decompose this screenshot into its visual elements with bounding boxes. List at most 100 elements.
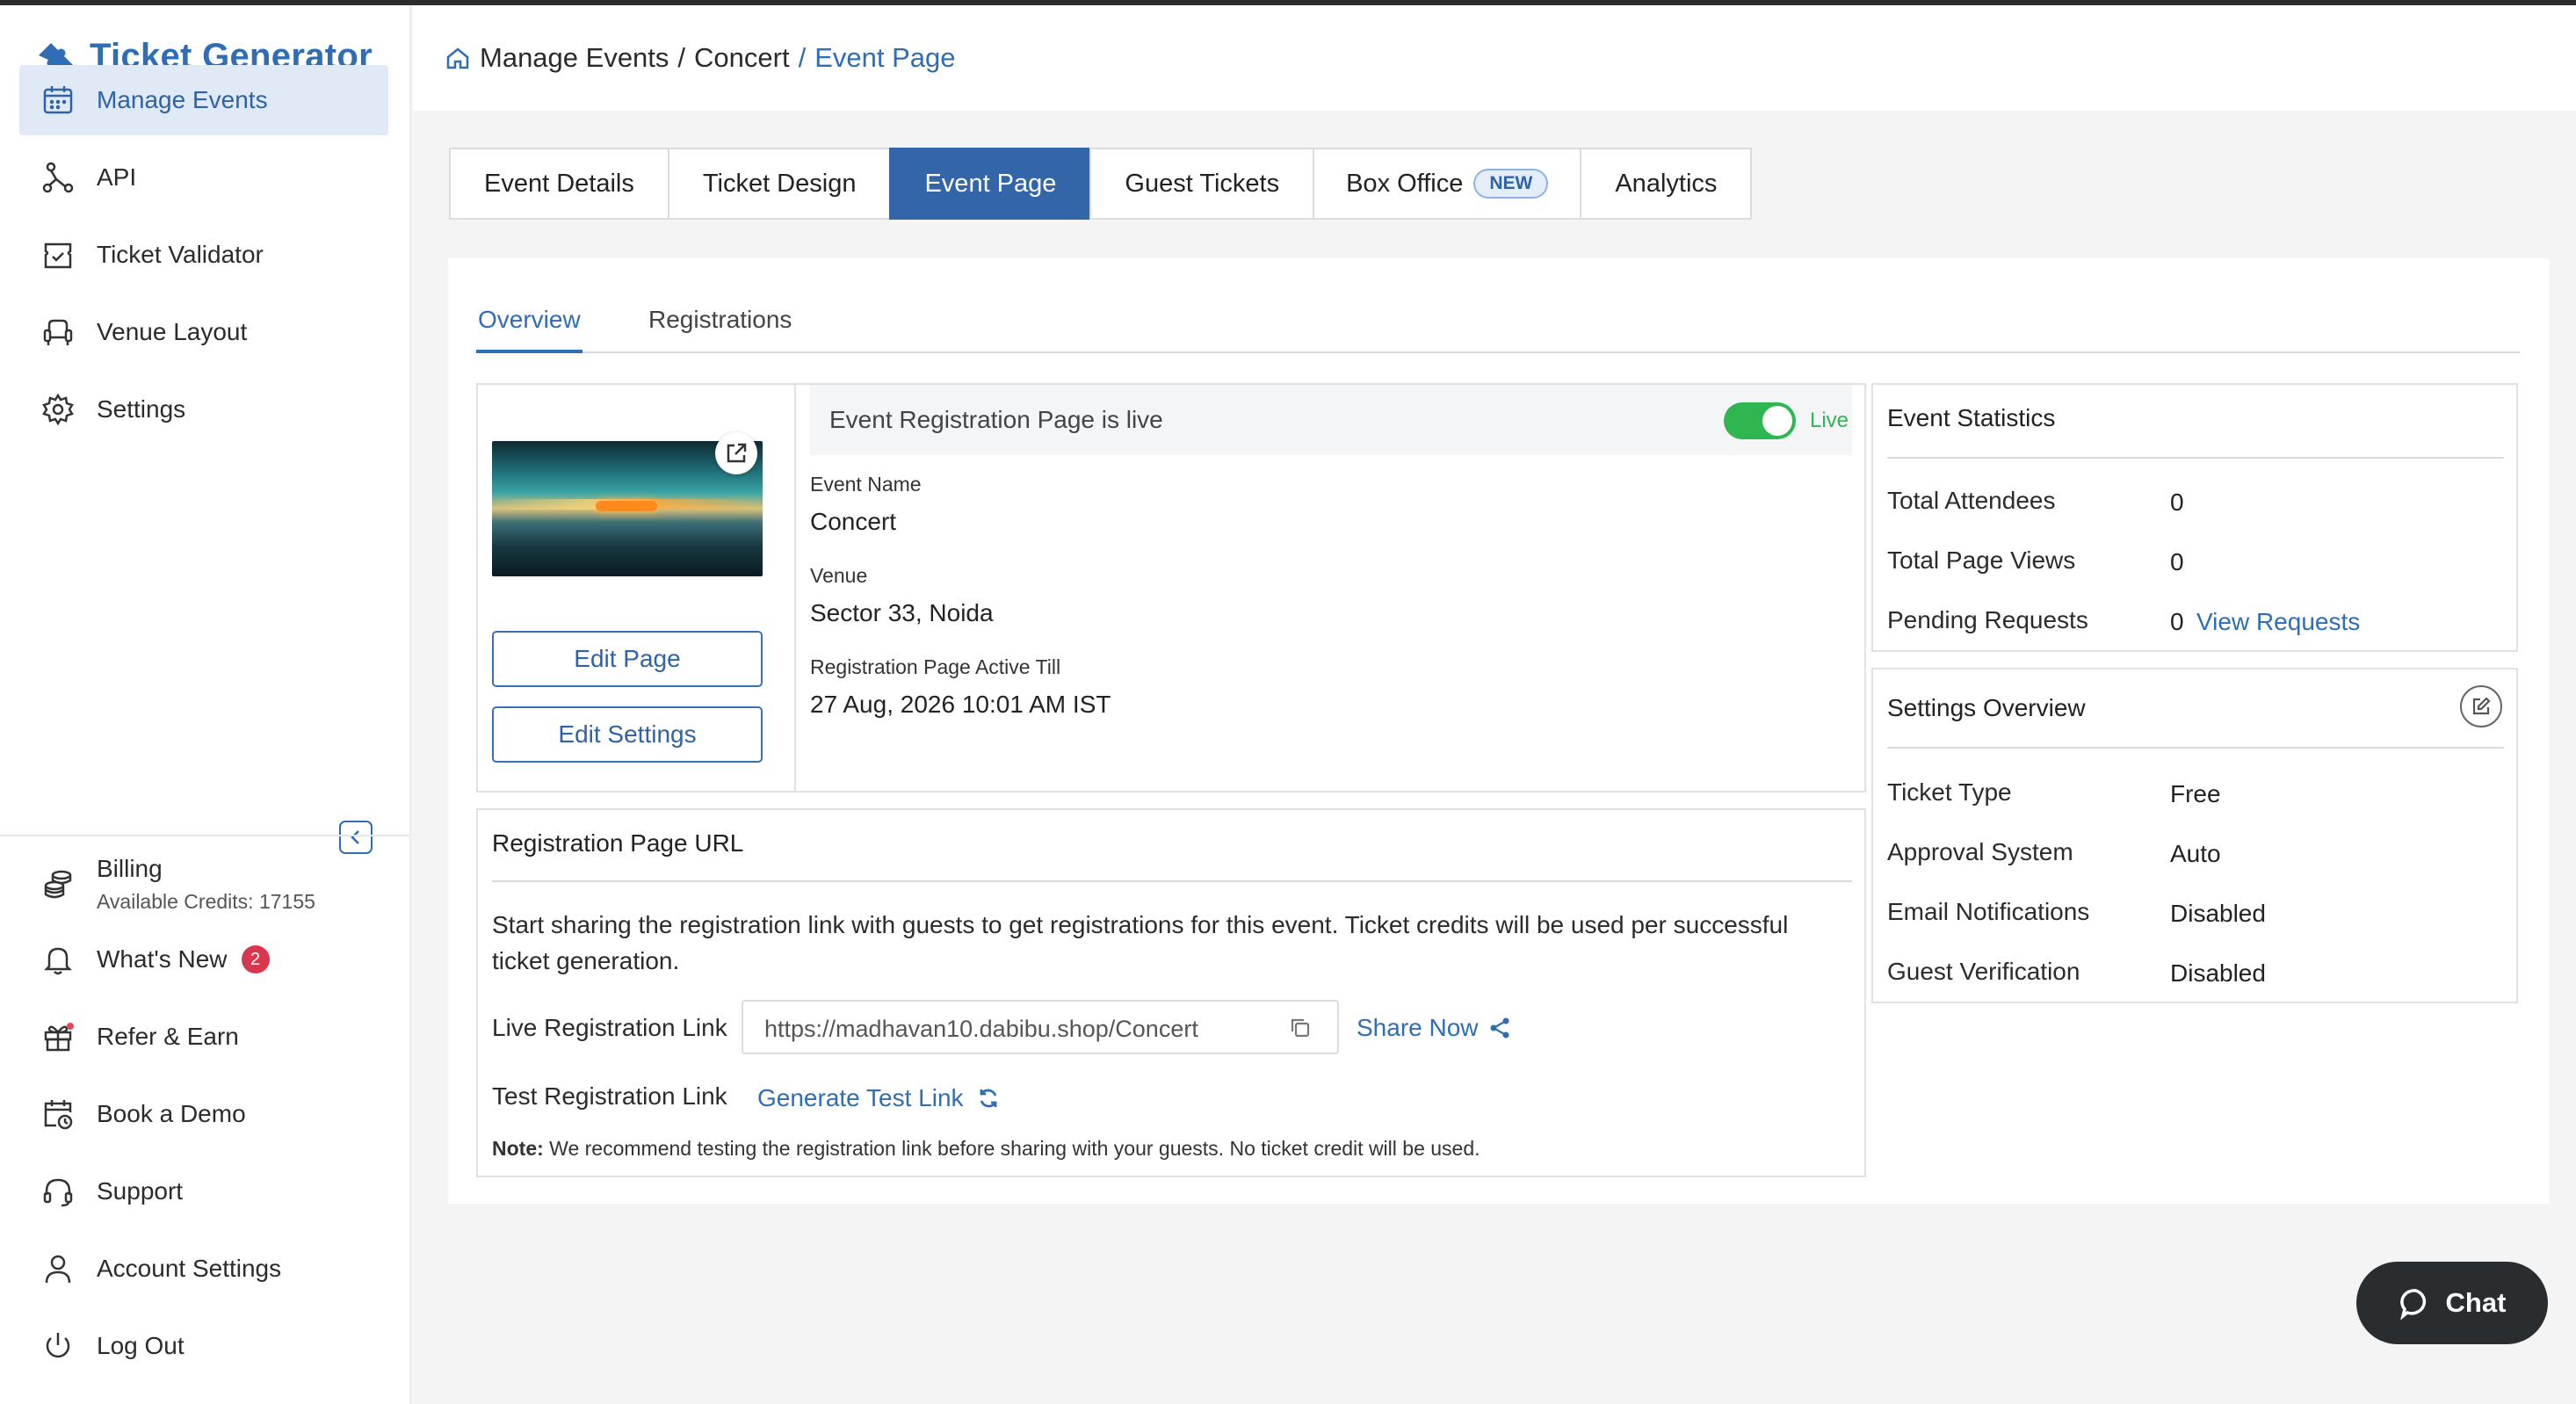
breadcrumb-manage-events[interactable]: Manage Events xyxy=(480,42,669,74)
sidebar-item-api[interactable]: API xyxy=(19,142,388,213)
header: Manage Events / Concert / Event Page xyxy=(413,5,2576,111)
sidebar-item-label: API xyxy=(97,163,137,191)
tab-label: Analytics xyxy=(1615,169,1718,198)
sidebar-item-account-settings[interactable]: Account Settings xyxy=(19,1234,388,1304)
external-link-icon xyxy=(727,443,747,463)
sidebar-item-billing[interactable]: Billing Available Credits: 17155 xyxy=(19,840,388,928)
power-icon xyxy=(46,1333,70,1358)
active-till-label: Registration Page Active Till xyxy=(810,655,1061,678)
sidebar-item-label: Book a Demo xyxy=(97,1100,246,1127)
view-requests-link[interactable]: View Requests xyxy=(2196,608,2360,636)
available-credits: Available Credits: 17155 xyxy=(97,889,315,913)
sidebar-item-refer-earn[interactable]: Refer & Earn xyxy=(19,1002,388,1072)
event-name-value: Concert xyxy=(810,508,897,535)
subtabs: Overview Registrations xyxy=(476,306,2520,353)
sidebar-item-support[interactable]: Support xyxy=(19,1156,388,1227)
breadcrumb-separator: / xyxy=(677,42,686,73)
sidebar-item-label: Support xyxy=(97,1177,184,1205)
panel-separator xyxy=(492,880,1852,882)
sidebar-item-label: Settings xyxy=(97,395,186,423)
sidebar-item-book-demo[interactable]: Book a Demo xyxy=(19,1079,388,1149)
copy-icon[interactable] xyxy=(1288,1016,1313,1040)
tab-label: Event Details xyxy=(484,169,634,198)
ticket-type-label: Ticket Type xyxy=(1887,778,2012,806)
registration-url-panel: Registration Page URL Start sharing the … xyxy=(476,808,1866,1177)
refresh-icon xyxy=(980,1089,996,1108)
event-tabs: Event Details Ticket Design Event Page G… xyxy=(449,148,1753,220)
live-toggle[interactable] xyxy=(1724,402,1796,439)
sidebar-item-label: Refer & Earn xyxy=(97,1023,239,1050)
sidebar-item-whats-new[interactable]: What's New 2 xyxy=(19,924,388,995)
tab-event-page[interactable]: Event Page xyxy=(889,148,1090,220)
page-views-value: 0 xyxy=(2170,548,2184,575)
sidebar-item-log-out[interactable]: Log Out xyxy=(19,1311,388,1381)
panel-separator xyxy=(1887,457,2504,459)
event-preview-panel: Edit Page Edit Settings Event Registrati… xyxy=(476,383,1866,792)
email-notifications-label: Email Notifications xyxy=(1887,898,2090,925)
venue-label: Venue xyxy=(810,564,868,587)
notification-badge: 2 xyxy=(241,945,270,973)
edit-settings-overview-button[interactable] xyxy=(2460,685,2502,727)
api-icon xyxy=(42,162,74,193)
breadcrumb-concert[interactable]: Concert xyxy=(694,42,790,74)
tab-label: Ticket Design xyxy=(702,169,857,198)
edit-page-button[interactable]: Edit Page xyxy=(492,631,763,687)
active-till-value: 27 Aug, 2026 10:01 AM IST xyxy=(810,691,1111,718)
generate-test-link-button[interactable]: Generate Test Link xyxy=(757,1084,1001,1112)
pending-requests-value: 0 xyxy=(2170,608,2184,635)
sidebar-item-label: What's New xyxy=(97,945,228,973)
breadcrumb: Manage Events / Concert / Event Page xyxy=(445,42,956,74)
venue-value: Sector 33, Noida xyxy=(810,599,994,626)
live-status-bar: Event Registration Page is live Live xyxy=(810,385,1852,455)
tab-guest-tickets[interactable]: Guest Tickets xyxy=(1089,148,1313,220)
venue-seat-icon xyxy=(43,319,73,345)
event-name-label: Event Name xyxy=(810,473,922,496)
gift-icon xyxy=(44,1023,74,1052)
tab-analytics[interactable]: Analytics xyxy=(1580,148,1753,220)
sidebar-item-manage-events[interactable]: Manage Events xyxy=(19,65,388,135)
sidebar-item-label: Manage Events xyxy=(97,86,268,113)
ticket-validator-icon xyxy=(44,242,72,269)
sidebar-item-venue-layout[interactable]: Venue Layout xyxy=(19,297,388,367)
subtab-overview[interactable]: Overview xyxy=(476,306,582,353)
user-icon xyxy=(45,1255,71,1284)
sidebar-item-label: Venue Layout xyxy=(97,318,248,345)
share-now-button[interactable]: Share Now xyxy=(1357,1014,1512,1042)
tab-box-office[interactable]: Box Office NEW xyxy=(1313,148,1581,220)
headset-icon xyxy=(43,1178,73,1207)
chat-label: Chat xyxy=(2445,1287,2507,1318)
approval-system-label: Approval System xyxy=(1887,838,2073,865)
sidebar-item-ticket-validator[interactable]: Ticket Validator xyxy=(19,220,388,290)
edit-settings-button[interactable]: Edit Settings xyxy=(492,706,763,763)
sidebar-item-label: Account Settings xyxy=(97,1255,282,1282)
description-line-2: ticket generation. xyxy=(492,947,680,974)
ticket-type-value: Free xyxy=(2170,780,2221,807)
page-views-label: Total Page Views xyxy=(1887,546,2076,574)
chat-button[interactable]: Chat xyxy=(2356,1262,2548,1344)
sidebar-item-settings[interactable]: Settings xyxy=(19,374,388,445)
pending-requests-label: Pending Requests xyxy=(1887,606,2088,633)
tab-label: Event Page xyxy=(924,169,1057,198)
live-link-url: https://madhavan10.dabibu.shop/Concert xyxy=(764,1016,1198,1042)
test-link-label: Test Registration Link xyxy=(492,1082,727,1110)
live-link-field[interactable]: https://madhavan10.dabibu.shop/Concert xyxy=(742,1000,1339,1054)
open-page-button[interactable] xyxy=(715,432,757,474)
note-text: Note: We recommend testing the registrat… xyxy=(492,1137,1480,1161)
share-now-label: Share Now xyxy=(1357,1014,1479,1041)
share-icon xyxy=(1490,1017,1509,1039)
total-attendees-value: 0 xyxy=(2170,489,2184,516)
banner-car xyxy=(596,501,657,511)
home-icon[interactable] xyxy=(445,45,471,71)
event-statistics-panel: Event Statistics Total Attendees 0 Total… xyxy=(1871,383,2518,652)
sidebar-divider xyxy=(0,835,409,836)
toggle-knob xyxy=(1762,406,1792,436)
live-label: Live xyxy=(1810,409,1849,432)
sidebar-item-label: Ticket Validator xyxy=(97,241,264,268)
tab-event-details[interactable]: Event Details xyxy=(449,148,668,220)
registration-url-title: Registration Page URL xyxy=(492,829,744,857)
tab-ticket-design[interactable]: Ticket Design xyxy=(667,148,890,220)
edit-icon xyxy=(2472,697,2491,715)
chat-bubble-icon xyxy=(2399,1289,2426,1321)
new-badge: NEW xyxy=(1473,169,1549,199)
subtab-registrations[interactable]: Registrations xyxy=(648,306,792,353)
